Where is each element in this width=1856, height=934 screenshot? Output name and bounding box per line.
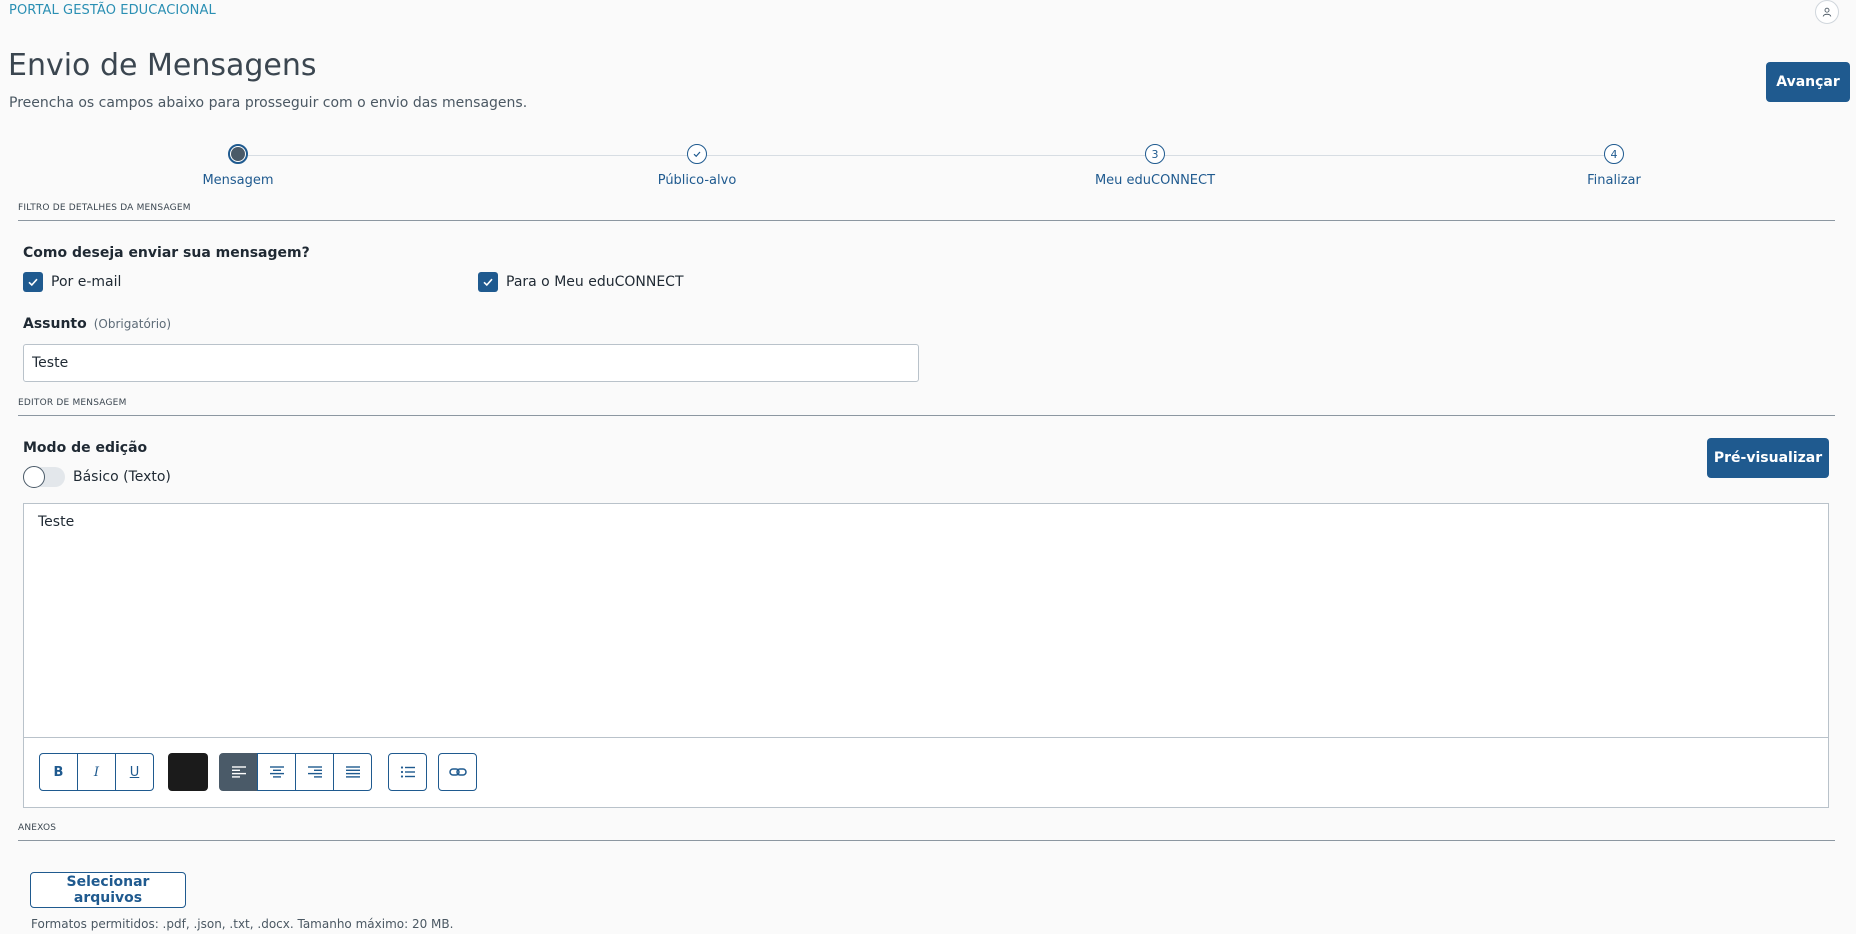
subject-required-hint: (Obrigatório) — [93, 317, 172, 331]
link-button-group — [438, 753, 477, 791]
italic-button[interactable]: I — [77, 753, 116, 791]
section-label-editor: EDITOR DE MENSAGEM — [18, 398, 127, 408]
italic-icon: I — [93, 764, 100, 780]
insert-link-button[interactable] — [438, 753, 477, 791]
message-editor[interactable]: Teste B I U — [23, 503, 1829, 808]
checkbox-label: Por e-mail — [51, 274, 122, 290]
subject-label: Assunto — [23, 316, 87, 332]
checkbox-label: Para o Meu eduCONNECT — [506, 274, 684, 290]
preview-button[interactable]: Pré-visualizar — [1707, 438, 1829, 478]
subject-label-row: Assunto (Obrigatório) — [23, 316, 171, 332]
step-label: Meu eduCONNECT — [1094, 173, 1216, 188]
align-justify-icon — [345, 766, 360, 778]
checkbox-checked[interactable] — [478, 272, 498, 292]
step-label: Mensagem — [202, 173, 274, 188]
select-files-button[interactable]: Selecionar arquivos — [30, 872, 186, 908]
section-label-filter: FILTRO DE DETALHES DA MENSAGEM — [18, 203, 191, 213]
step-finalizar[interactable]: 4 Finalizar — [1544, 144, 1684, 188]
step-mensagem[interactable]: Mensagem — [168, 144, 308, 188]
check-icon — [483, 278, 493, 287]
format-button-group: B I U — [39, 753, 154, 791]
send-method-question: Como deseja enviar sua mensagem? — [23, 245, 310, 261]
user-menu-button[interactable] — [1815, 0, 1839, 24]
edit-mode-toggle-row[interactable]: Básico (Texto) — [23, 466, 171, 488]
checkbox-email[interactable]: Por e-mail — [23, 272, 121, 292]
step-number: 3 — [1145, 144, 1165, 164]
page-title: Envio de Mensagens — [8, 48, 317, 83]
bullet-list-button[interactable] — [388, 753, 427, 791]
align-center-button[interactable] — [257, 753, 296, 791]
toolbar-divider — [24, 737, 1828, 738]
align-center-icon — [269, 766, 284, 778]
check-icon — [28, 278, 38, 287]
step-check-indicator — [687, 144, 707, 164]
bullet-list-icon — [400, 766, 415, 778]
toggle-label: Básico (Texto) — [73, 469, 171, 485]
editor-content[interactable]: Teste — [38, 514, 74, 530]
underline-button[interactable]: U — [115, 753, 154, 791]
step-label: Público-alvo — [657, 173, 737, 188]
link-icon — [448, 768, 467, 776]
align-right-button[interactable] — [295, 753, 334, 791]
section-divider — [18, 220, 1835, 221]
text-color-picker[interactable] — [168, 753, 208, 791]
section-divider — [18, 415, 1835, 416]
list-button-group — [388, 753, 427, 791]
edit-mode-label: Modo de edição — [23, 440, 148, 456]
text-color-swatch[interactable] — [168, 753, 208, 791]
checkbox-checked[interactable] — [23, 272, 43, 292]
step-number: 4 — [1604, 144, 1624, 164]
attachments-format-hint: Formatos permitidos: .pdf, .json, .txt, … — [31, 917, 454, 931]
stepper-track — [237, 155, 1615, 156]
next-button[interactable]: Avançar — [1766, 62, 1850, 102]
edit-mode-toggle[interactable] — [23, 466, 65, 488]
section-divider — [18, 840, 1835, 841]
subject-input[interactable] — [23, 344, 919, 382]
align-justify-button[interactable] — [333, 753, 372, 791]
step-publico-alvo[interactable]: Público-alvo — [627, 144, 767, 188]
step-meu-educonnect[interactable]: 3 Meu eduCONNECT — [1085, 144, 1225, 188]
align-button-group — [219, 753, 372, 791]
align-left-button[interactable] — [219, 753, 258, 791]
page-subtitle: Preencha os campos abaixo para prossegui… — [9, 95, 528, 111]
step-label: Finalizar — [1587, 173, 1641, 188]
bold-button[interactable]: B — [39, 753, 78, 791]
section-label-attachments: ANEXOS — [18, 823, 57, 833]
portal-title: PORTAL GESTÃO EDUCACIONAL — [9, 3, 216, 18]
check-icon — [693, 151, 701, 158]
align-right-icon — [307, 766, 322, 778]
step-active-indicator — [228, 144, 248, 164]
underline-icon: U — [129, 764, 140, 780]
user-icon — [1822, 7, 1832, 17]
bold-icon: B — [53, 764, 64, 780]
align-left-icon — [231, 766, 246, 778]
checkbox-educonnect[interactable]: Para o Meu eduCONNECT — [478, 272, 684, 292]
